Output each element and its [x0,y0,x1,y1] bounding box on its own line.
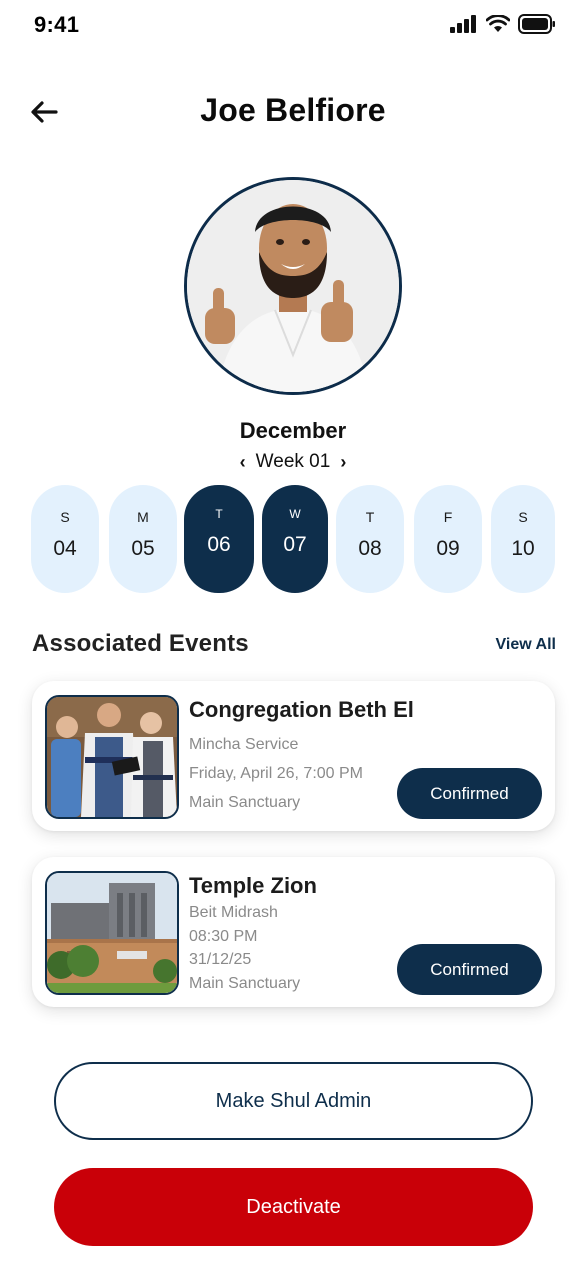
event-card[interactable]: Congregation Beth El Mincha Service Frid… [32,681,555,831]
event-date: 31/12/25 [189,951,252,968]
event-card[interactable]: Temple Zion Beit Midrash 08:30 PM 31/12/… [32,857,555,1007]
week-navigator: ‹ Week 01 › [0,451,586,473]
day-pill[interactable]: S 04 [31,485,99,593]
month-label: December [239,418,347,443]
day-number: 07 [283,533,307,556]
signal-icon [450,15,476,33]
user-photo-icon [187,180,399,392]
temple-building-icon [47,873,177,993]
day-pill[interactable]: T 08 [336,485,404,593]
day-number: 10 [511,537,535,560]
event-thumbnail [45,871,179,995]
day-letter: S [518,509,528,525]
section-title: Associated Events [32,630,249,657]
day-letter: T [365,509,375,525]
day-number: 09 [436,537,460,560]
day-letter: T [215,507,223,521]
day-pill-selected[interactable]: T 06 [184,485,254,593]
day-pill[interactable]: F 09 [414,485,482,593]
day-letter: F [443,509,453,525]
profile-avatar [184,177,402,395]
day-number: 05 [131,537,155,560]
week-label: Week 01 [255,451,331,472]
deactivate-button[interactable]: Deactivate [54,1168,533,1246]
event-time: 08:30 PM [189,928,258,945]
wifi-icon [486,15,510,32]
day-letter: M [137,509,149,525]
event-title: Congregation Beth El [189,697,414,722]
event-service: Beit Midrash [189,904,278,921]
day-selector: S 04 M 05 T 06 W 07 T 08 F 09 S 10 [31,485,555,595]
confirmed-button[interactable]: Confirmed [397,768,542,819]
congregation-photo-icon [47,697,177,817]
make-shul-admin-button[interactable]: Make Shul Admin [54,1062,533,1140]
status-time: 9:41 [34,12,80,37]
view-all-link[interactable]: View All [496,636,556,654]
day-pill[interactable]: S 10 [491,485,555,593]
day-pill-selected[interactable]: W 07 [262,485,328,593]
day-letter: S [60,509,70,525]
day-number: 08 [358,537,382,560]
page-title: Joe Belfiore [200,92,386,128]
day-number: 04 [53,537,77,560]
event-service: Mincha Service [189,736,299,753]
day-pill[interactable]: M 05 [109,485,177,593]
event-datetime: Friday, April 26, 7:00 PM [189,765,363,782]
event-thumbnail [45,695,179,819]
confirmed-button[interactable]: Confirmed [397,944,542,995]
event-location: Main Sanctuary [189,975,301,992]
battery-icon [518,14,555,34]
day-number: 06 [207,533,231,556]
prev-week-button[interactable]: ‹ [238,452,248,473]
status-icons [450,14,556,34]
status-bar: 9:41 [0,0,586,52]
day-letter: W [289,507,301,521]
event-location: Main Sanctuary [189,794,301,811]
event-title: Temple Zion [189,873,317,898]
next-week-button[interactable]: › [338,452,348,473]
